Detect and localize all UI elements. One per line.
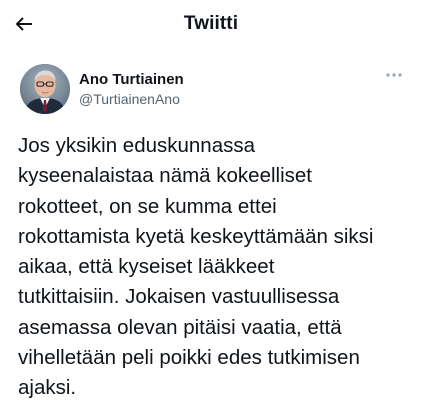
user-handle[interactable]: @TurtiainenAno [79,90,184,109]
tweet-author: Ano Turtiainen @TurtiainenAno [20,64,410,116]
more-options-button[interactable] [382,67,406,83]
display-name[interactable]: Ano Turtiainen [79,70,184,89]
tweet-text: Jos yksikin eduskunnassa kyseenalaistaa … [18,134,374,400]
top-bar: Twiitti [0,0,422,48]
author-names[interactable]: Ano Turtiainen @TurtiainenAno [79,70,184,109]
avatar[interactable] [20,64,70,114]
page-title: Twiitti [183,13,239,34]
profile-photo [20,64,70,114]
more-horizontal-icon [386,73,402,77]
